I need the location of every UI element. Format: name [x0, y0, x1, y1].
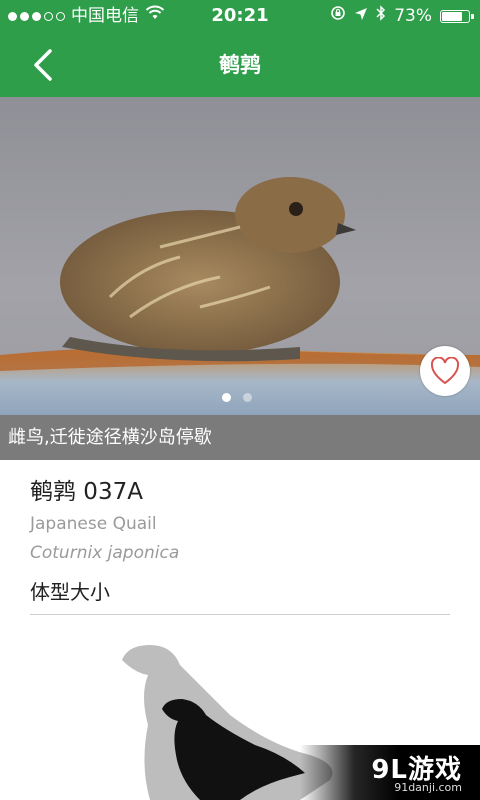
battery-icon	[440, 9, 474, 23]
english-name: Japanese Quail	[30, 514, 157, 534]
bluetooth-icon	[376, 0, 386, 32]
status-bar: 中国电信 20:21 73%	[0, 0, 480, 32]
heart-outline-icon	[430, 357, 460, 385]
status-right: 73%	[330, 0, 474, 32]
rotation-lock-icon	[330, 0, 346, 32]
scientific-name: Coturnix japonica	[30, 543, 180, 563]
photo-caption-text: 雌鸟,迁徙途径横沙岛停歇	[8, 427, 212, 448]
bird-name-code: 鹌鹑 037A	[30, 479, 143, 505]
size-section-title: 体型大小	[30, 580, 110, 604]
favorite-button[interactable]	[420, 346, 470, 396]
site-watermark: 9L游戏 91danji.com	[300, 745, 480, 800]
nav-bar: 鹌鹑	[0, 34, 480, 96]
app-header: 中国电信 20:21 73% 鹌鹑	[0, 0, 480, 97]
pager-dot-2[interactable]	[243, 393, 252, 402]
bird-photo[interactable]	[0, 97, 480, 415]
location-arrow-icon	[354, 0, 368, 32]
battery-percent: 73%	[394, 6, 432, 26]
quail-photo-image	[0, 177, 480, 415]
photo-caption: 雌鸟,迁徙途径横沙岛停歇	[0, 415, 480, 460]
pager-dot-1[interactable]	[222, 393, 231, 402]
carousel-pager[interactable]	[222, 393, 252, 402]
watermark-url: 91danji.com	[394, 781, 462, 794]
page-title: 鹌鹑	[219, 53, 261, 77]
